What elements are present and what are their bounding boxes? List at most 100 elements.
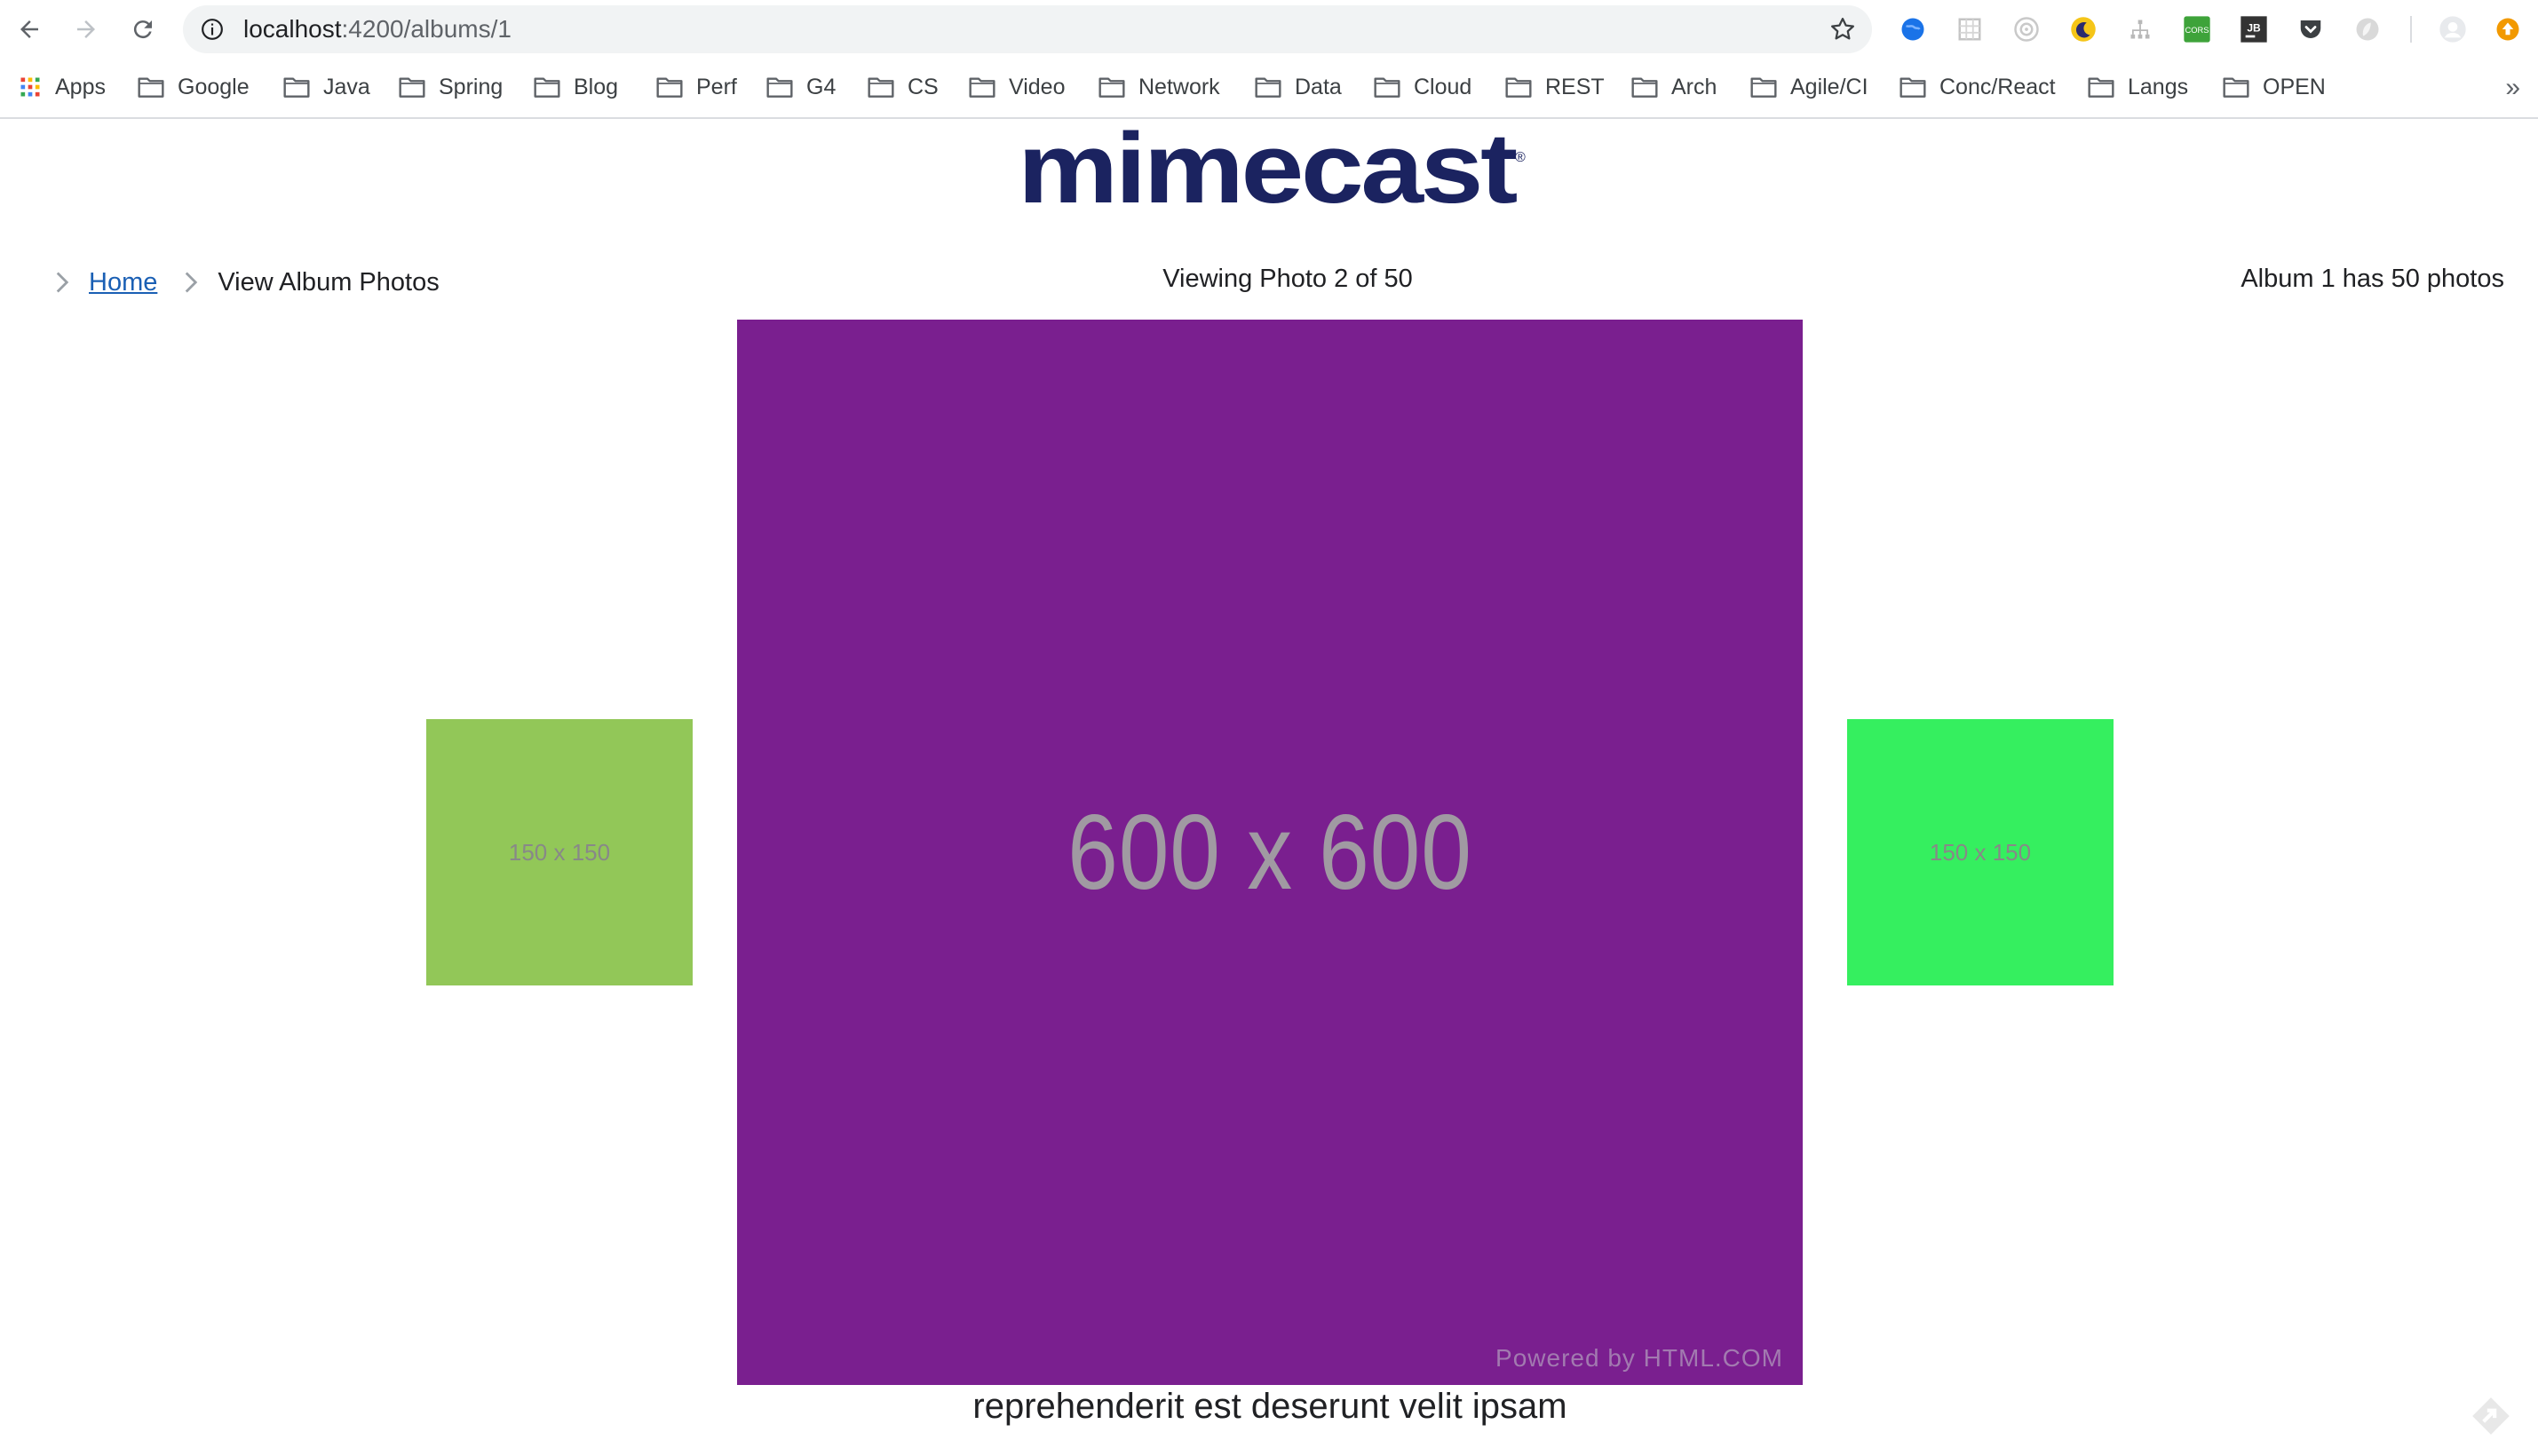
bookmark-folder[interactable]: Video [968, 59, 1066, 115]
bookmark-label: Java [323, 74, 370, 99]
folder-icon [868, 77, 894, 98]
toolbar-divider [2410, 16, 2412, 43]
bookmark-label: G4 [806, 74, 837, 99]
main-photo-label: 600 x 600 [1067, 793, 1472, 912]
feather-icon[interactable] [2353, 15, 2382, 44]
bookmark-folder[interactable]: Arch [1630, 59, 1717, 115]
bookmark-label: REST [1545, 74, 1605, 99]
main-photo: 600 x 600 Powered by HTML.COM [737, 320, 1803, 1385]
profile-icon[interactable] [2439, 15, 2467, 44]
url-path: :4200/albums/1 [341, 15, 512, 43]
diamond-arrow-icon[interactable] [2469, 1394, 2513, 1438]
bookmark-label: Apps [55, 74, 106, 99]
bookmark-label: CS [908, 74, 939, 99]
bookmark-folder[interactable]: Agile/CI [1749, 59, 1868, 115]
folder-icon [2223, 77, 2249, 98]
reload-icon [133, 20, 152, 39]
folder-icon [534, 77, 560, 98]
svg-text:JB: JB [2247, 22, 2261, 35]
album-photo-count: Album 1 has 50 photos [2241, 265, 2504, 293]
folder-icon [1374, 77, 1400, 98]
forward-button[interactable] [69, 12, 103, 46]
bookmark-label: Video [1009, 74, 1066, 99]
bookmark-label: Agile/CI [1790, 74, 1868, 99]
folder-icon [766, 77, 793, 98]
folder-icon [1505, 77, 1532, 98]
update-icon[interactable] [2494, 15, 2522, 44]
bookmark-label: Arch [1671, 74, 1717, 99]
sitemap-icon[interactable] [2126, 15, 2154, 44]
bookmarks-overflow-button[interactable]: » [2505, 73, 2520, 103]
bookmark-label: Conc/React [1939, 74, 2056, 99]
breadcrumb-home-link[interactable]: Home [89, 268, 157, 297]
pocket-icon[interactable] [2296, 15, 2325, 44]
bookmark-label: Langs [2128, 74, 2189, 99]
bookmark-apps[interactable]: Apps [18, 59, 106, 115]
bookmark-folder[interactable]: Java [282, 59, 370, 115]
bookmark-folder[interactable]: Conc/React [1899, 59, 2056, 115]
bookmark-folder[interactable]: Perf [655, 59, 737, 115]
arrow-left-icon [20, 20, 38, 38]
bookmark-label: Perf [696, 74, 737, 99]
bookmark-label: Network [1138, 74, 1220, 99]
apps-grid-icon [20, 77, 40, 97]
bookmark-folder[interactable]: G4 [765, 59, 836, 115]
bookmark-label: OPEN [2263, 74, 2326, 99]
mimecast-logo: mimecast ® [1018, 124, 1526, 213]
thumbnail-label: 150 x 150 [508, 838, 611, 866]
previous-photo-thumbnail[interactable]: 150 x 150 [426, 719, 693, 985]
bookmarks-bar: Apps Google Java Spring Blog Perf G4 CS Video Net… [0, 59, 2538, 119]
bookmark-folder[interactable]: REST [1504, 59, 1605, 115]
folder-icon [283, 77, 310, 98]
photo-caption: reprehenderit est deserunt velit ipsam [972, 1387, 1567, 1426]
bookmark-star-icon[interactable] [1829, 16, 1856, 43]
bookmark-label: Spring [439, 74, 504, 99]
folder-icon [1631, 77, 1658, 98]
moon-icon[interactable] [2069, 15, 2098, 44]
bookmark-label: Blog [574, 74, 619, 99]
globe-icon[interactable] [1899, 15, 1927, 44]
folder-icon [399, 77, 425, 98]
bookmark-label: Data [1295, 74, 1342, 99]
url-host: localhost [243, 15, 342, 43]
thumbnail-label: 150 x 150 [1929, 838, 2032, 866]
grid-icon[interactable] [1955, 15, 1984, 44]
folder-icon [1900, 77, 1926, 98]
folder-icon [1098, 77, 1125, 98]
bookmark-folder[interactable]: OPEN [2222, 59, 2326, 115]
logo-text: mimecast [1018, 124, 1517, 213]
cors-icon[interactable]: CORS [2183, 15, 2211, 44]
bookmark-folder[interactable]: Langs [2087, 59, 2188, 115]
url-text[interactable]: localhost:4200/albums/1 [243, 5, 512, 53]
bookmark-label: Google [178, 74, 250, 99]
reload-button[interactable] [126, 12, 160, 46]
bookmark-folder[interactable]: Blog [533, 59, 618, 115]
chevron-right-icon [56, 272, 69, 293]
breadcrumb-current: View Album Photos [218, 267, 440, 297]
chevron-right-icon [186, 272, 198, 293]
bookmark-folder[interactable]: Cloud [1373, 59, 1471, 115]
powered-by-text: Powered by HTML.COM [1495, 1344, 1783, 1372]
bookmark-folder[interactable]: Network [1098, 59, 1220, 115]
folder-icon [1750, 77, 1777, 98]
address-bar[interactable]: localhost:4200/albums/1 [183, 5, 1872, 53]
folder-icon [1255, 77, 1281, 98]
breadcrumb: Home View Album Photos [53, 263, 440, 302]
info-icon[interactable] [201, 18, 224, 41]
browser-toolbar: localhost:4200/albums/1 CORS JB [0, 0, 2538, 59]
folder-icon [969, 77, 995, 98]
bookmark-folder[interactable]: Google [137, 59, 250, 115]
folder-icon [2088, 77, 2114, 98]
back-button[interactable] [12, 12, 46, 46]
next-photo-thumbnail[interactable]: 150 x 150 [1847, 719, 2114, 985]
bookmark-folder[interactable]: Data [1254, 59, 1342, 115]
bookmark-folder[interactable]: CS [867, 59, 939, 115]
arrow-right-icon [77, 20, 95, 38]
logo-mark: ® [1515, 150, 1526, 165]
jb-icon[interactable]: JB [2240, 15, 2268, 44]
bookmark-folder[interactable]: Spring [398, 59, 503, 115]
svg-text:CORS: CORS [2185, 26, 2209, 35]
folder-icon [138, 77, 164, 98]
target-icon[interactable] [2012, 15, 2041, 44]
photo-position-text: Viewing Photo 2 of 50 [1162, 265, 1413, 293]
